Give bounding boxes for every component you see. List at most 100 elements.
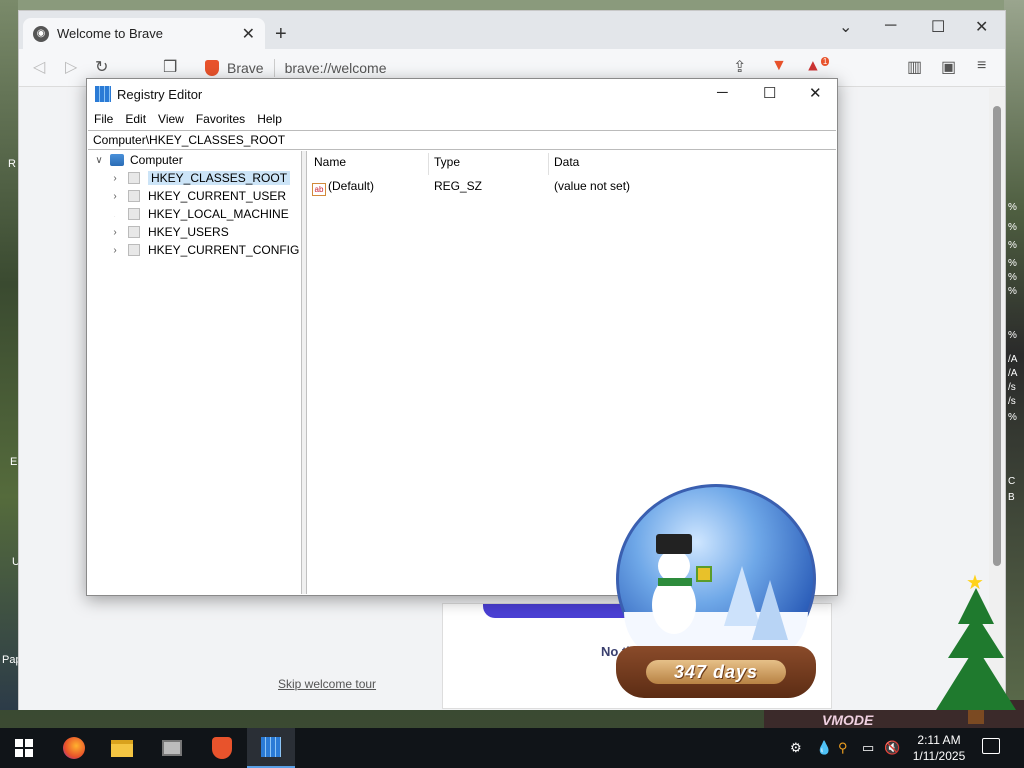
close-button[interactable]: ✕ [809,84,822,102]
usb-drive-icon [162,740,182,756]
desktop-stat-label: % [1008,240,1017,251]
rewards-icon[interactable]: ▲ 1 [805,57,830,75]
sidebar-icon[interactable]: ▥ [907,57,922,77]
folder-icon [128,190,140,202]
desktop-stat-label: /A [1008,368,1018,379]
folder-icon [128,226,140,238]
scrollbar-thumb[interactable] [993,106,1001,566]
folder-icon [128,172,140,184]
menu-help[interactable]: Help [257,109,282,129]
chevron-down-icon[interactable]: ∨ [92,155,106,166]
column-header-data[interactable]: Data [554,155,579,169]
column-header-type[interactable]: Type [434,155,460,169]
string-value-icon: ab [312,183,326,196]
minimize-button[interactable]: ─ [717,84,728,101]
taskbar-brave[interactable] [198,728,246,768]
new-tab-button[interactable]: + [275,23,287,46]
chevron-right-icon[interactable]: › [108,173,122,184]
desktop-stat-label: /A [1008,354,1018,365]
computer-icon [110,154,124,166]
column-divider[interactable] [548,153,549,175]
chevron-down-icon[interactable]: ⌄ [839,17,852,37]
taskbar-file-explorer[interactable] [98,728,146,768]
desktop-stat-label: % [1008,222,1017,233]
minimize-button[interactable]: ─ [885,17,896,35]
clock-time: 2:11 AM [917,733,961,747]
chevron-right-icon[interactable]: › [108,245,122,256]
tree-item-label: Computer [130,153,183,167]
taskbar-registry-editor[interactable] [247,728,295,768]
folder-icon [128,244,140,256]
snowman-hat [656,534,692,554]
desktop-left-edge [0,0,18,710]
start-button[interactable] [0,728,48,768]
tab-welcome[interactable]: ◉ Welcome to Brave ✕ [23,18,265,49]
taskbar-usb-tool[interactable] [148,728,196,768]
value-name[interactable]: ab (Default) [312,179,374,196]
menu-view[interactable]: View [158,109,184,129]
security-warning-icon[interactable]: ⚙ [790,740,802,756]
chevron-right-icon[interactable]: › [108,227,122,238]
share-icon[interactable]: ⇪ [733,57,746,77]
tree-item-label: HKEY_USERS [148,225,229,239]
tree-item-hkey-current-user[interactable]: › HKEY_CURRENT_USER [108,187,286,205]
system-clock[interactable]: 2:11 AM 1/11/2025 [904,732,974,764]
desktop-stat-label: % [1008,202,1017,213]
snow-tree-icon [752,580,788,640]
water-drop-icon[interactable]: 💧 [816,740,832,756]
desktop-stat-label: % [1008,272,1017,283]
close-window-button[interactable]: ✕ [975,17,988,37]
christmas-tree-decoration: ★ [928,570,1024,730]
brave-shield-icon[interactable] [205,60,219,76]
column-header-name[interactable]: Name [314,155,346,169]
tree-item-label: HKEY_CLASSES_ROOT [148,171,291,185]
volume-muted-icon[interactable]: 🔇 [884,740,900,756]
pane-splitter[interactable] [302,151,307,594]
bookmark-icon[interactable]: ❒ [163,57,177,77]
tree-item-hkey-current-config[interactable]: › HKEY_CURRENT_CONFIG [108,241,299,259]
registry-editor-icon [95,86,111,102]
brave-icon [212,737,232,759]
address-path[interactable]: Computer\HKEY_CLASSES_ROOT [88,130,836,150]
wallet-icon[interactable]: ▣ [941,57,956,77]
taskbar-firefox[interactable] [50,728,98,768]
desktop-logo-text: VMODE [822,712,874,728]
desktop-stat-label: /s [1008,382,1016,393]
gift-icon [696,566,712,582]
search-key-icon[interactable]: ⚲ [838,740,848,756]
desktop-stat-label: % [1008,258,1017,269]
countdown-band: 347 days [646,660,786,684]
desktop-icon-label: R [8,158,16,170]
tree-layer [936,646,1016,710]
desktop-icon-label: E [10,456,18,468]
tree-item-hkey-local-machine[interactable]: › HKEY_LOCAL_MACHINE [108,205,288,223]
menu-edit[interactable]: Edit [125,109,146,129]
menu-icon[interactable]: ≡ [977,57,986,75]
snowman-scarf [658,578,692,586]
menu-favorites[interactable]: Favorites [196,109,245,129]
snow-globe-widget: 347 days [612,484,822,699]
column-divider[interactable] [428,153,429,175]
back-button[interactable]: ◁ [33,57,45,77]
brave-shields-icon[interactable]: ▼ [771,57,787,75]
close-tab-icon[interactable]: ✕ [242,24,255,44]
tree-trunk [968,710,984,724]
globe-icon: ◉ [33,25,49,42]
maximize-button[interactable]: ☐ [763,84,776,102]
desktop-stat-label: B [1008,492,1015,503]
brand-label: Brave [227,60,264,76]
url-text[interactable]: brave://welcome [285,60,387,76]
tree-item-label: HKEY_CURRENT_CONFIG [148,243,300,257]
tab-bar: ◉ Welcome to Brave ✕ + ⌄ ─ ☐ ✕ [19,11,1005,49]
tree-item-label: HKEY_CURRENT_USER [148,189,287,203]
notification-center-icon[interactable] [982,738,1000,754]
tree-item-hkey-classes-root[interactable]: › HKEY_CLASSES_ROOT [108,169,291,187]
maximize-button[interactable]: ☐ [931,17,945,37]
tree-item-hkey-users[interactable]: › HKEY_USERS [108,223,229,241]
tree-item-computer[interactable]: ∨ Computer [92,151,183,169]
skip-welcome-tour-link[interactable]: Skip welcome tour [278,677,376,691]
forward-button[interactable]: ▷ [65,57,77,77]
menu-file[interactable]: File [94,109,113,129]
network-icon[interactable]: ▭ [862,740,874,756]
reload-button[interactable]: ↻ [95,57,108,77]
